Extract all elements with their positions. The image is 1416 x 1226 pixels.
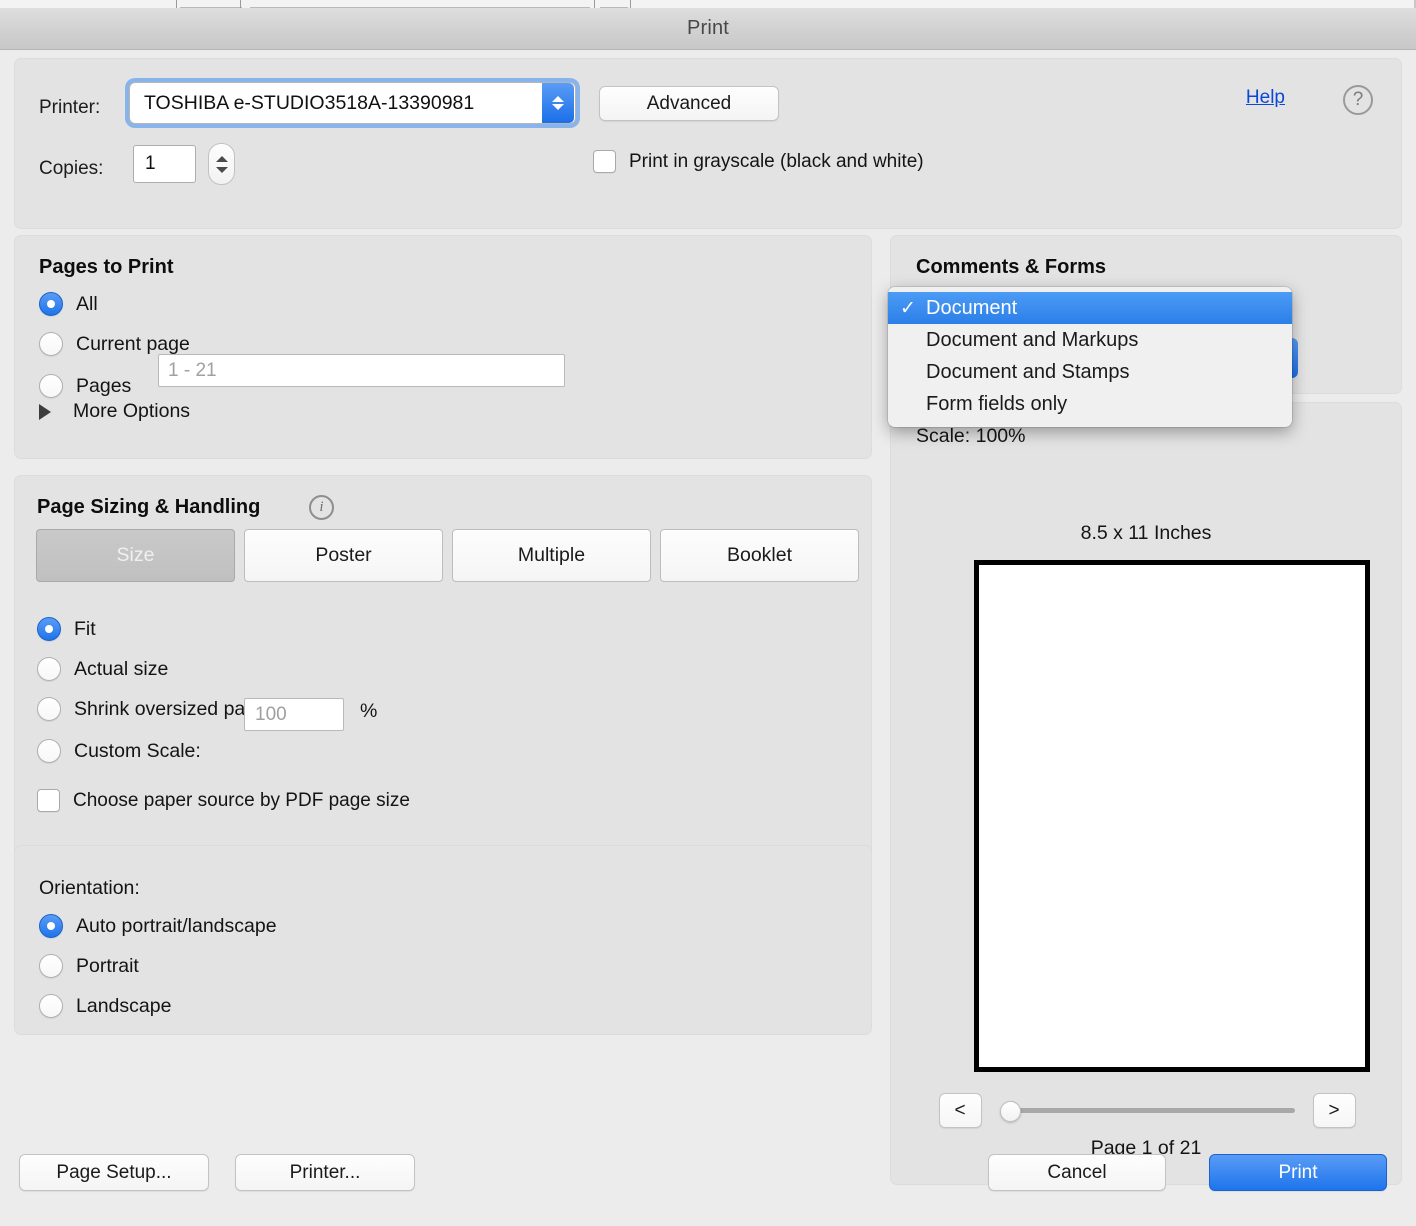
pages-to-print-panel: Pages to Print All Current page Pages 1 …	[14, 235, 872, 459]
sizing-mode-poster[interactable]: Poster	[244, 529, 443, 582]
preview-scale-text: Scale: 100%	[916, 425, 1026, 447]
custom-scale-input[interactable]: 100	[244, 698, 344, 731]
printer-select[interactable]: TOSHIBA e-STUDIO3518A-13390981	[129, 82, 576, 124]
menu-item-form-fields-only-label: Form fields only	[926, 392, 1068, 415]
radio-all[interactable]	[39, 292, 63, 316]
dialog-body: Printer: TOSHIBA e-STUDIO3518A-13390981 …	[0, 50, 1416, 1226]
radio-auto-orientation-label: Auto portrait/landscape	[76, 914, 277, 937]
radio-row-pages[interactable]: Pages	[39, 374, 131, 398]
print-dialog-window: Print Printer: TOSHIBA e-STUDIO3518A-133…	[0, 0, 1416, 1226]
page-slider-track[interactable]	[1007, 1108, 1295, 1113]
cancel-button[interactable]: Cancel	[988, 1154, 1166, 1191]
printer-select-value: TOSHIBA e-STUDIO3518A-13390981	[144, 91, 475, 114]
radio-current-page[interactable]	[39, 332, 63, 356]
copies-input[interactable]: 1	[133, 145, 196, 183]
preview-panel: Scale: 100% 8.5 x 11 Inches < > Page 1 o…	[890, 402, 1402, 1185]
paper-source-checkbox-row[interactable]: Choose paper source by PDF page size	[37, 789, 410, 812]
paper-source-label: Choose paper source by PDF page size	[73, 789, 410, 811]
menu-item-document[interactable]: ✓ Document	[888, 292, 1292, 324]
pages-to-print-title: Pages to Print	[39, 256, 174, 278]
page-navigation-row: < >	[891, 1093, 1403, 1128]
radio-row-actual-size[interactable]: Actual size	[37, 657, 168, 681]
triangle-right-icon	[39, 403, 51, 420]
radio-landscape[interactable]	[39, 994, 63, 1018]
radio-row-fit[interactable]: Fit	[37, 617, 96, 641]
pages-range-input[interactable]: 1 - 21	[158, 354, 565, 387]
radio-shrink-oversized[interactable]	[37, 697, 61, 721]
preview-paper-size-text: 8.5 x 11 Inches	[1080, 522, 1212, 544]
more-options-label: More Options	[73, 400, 191, 422]
sizing-mode-buttons: Size Poster Multiple Booklet	[36, 529, 859, 582]
check-icon: ✓	[900, 297, 916, 319]
radio-row-all[interactable]: All	[39, 292, 98, 316]
radio-fit-label: Fit	[74, 617, 96, 640]
menu-item-document-label: Document	[926, 296, 1018, 319]
copies-stepper[interactable]	[208, 143, 235, 185]
previous-page-button[interactable]: <	[938, 1093, 982, 1128]
dialog-title: Print	[686, 17, 730, 39]
sizing-mode-booklet[interactable]: Booklet	[660, 529, 859, 582]
grayscale-label: Print in grayscale (black and white)	[629, 150, 924, 172]
radio-row-current-page[interactable]: Current page	[39, 332, 190, 356]
dialog-footer: Page Setup... Printer... Cancel Print	[0, 1135, 1416, 1226]
radio-actual-size[interactable]	[37, 657, 61, 681]
sizing-mode-size[interactable]: Size	[36, 529, 235, 582]
printer-label: Printer:	[39, 97, 101, 118]
orientation-panel: Orientation: Auto portrait/landscape Por…	[14, 845, 872, 1035]
radio-row-shrink-oversized[interactable]: Shrink oversized pages	[37, 697, 277, 721]
radio-pages-label: Pages	[76, 374, 132, 397]
printer-button[interactable]: Printer...	[235, 1154, 415, 1191]
menu-item-document-and-markups[interactable]: Document and Markups	[888, 324, 1292, 356]
page-slider-knob[interactable]	[999, 1100, 1021, 1122]
radio-custom-scale-label: Custom Scale:	[74, 739, 201, 762]
help-link[interactable]: Help	[1246, 87, 1285, 109]
question-mark-icon[interactable]: ?	[1343, 85, 1373, 115]
comments-forms-dropdown-menu[interactable]: ✓ Document Document and Markups Document…	[888, 287, 1292, 427]
stepper-down-icon[interactable]	[215, 166, 228, 173]
menu-item-document-and-stamps[interactable]: Document and Stamps	[888, 356, 1292, 388]
menu-item-document-and-stamps-label: Document and Stamps	[926, 360, 1130, 383]
percent-sign-label: %	[360, 700, 378, 722]
radio-custom-scale[interactable]	[37, 739, 61, 763]
radio-portrait-label: Portrait	[76, 954, 139, 977]
radio-auto-orientation[interactable]	[39, 914, 63, 938]
page-preview-image	[974, 560, 1370, 1072]
radio-current-page-label: Current page	[76, 332, 190, 355]
radio-landscape-label: Landscape	[76, 994, 172, 1017]
radio-row-auto-orientation[interactable]: Auto portrait/landscape	[39, 914, 277, 938]
radio-all-label: All	[76, 292, 98, 315]
stepper-up-icon[interactable]	[215, 155, 228, 162]
orientation-title: Orientation:	[39, 877, 140, 899]
chevron-updown-icon[interactable]	[542, 83, 574, 123]
radio-row-landscape[interactable]: Landscape	[39, 994, 171, 1018]
menu-item-document-and-markups-label: Document and Markups	[926, 328, 1139, 351]
radio-portrait[interactable]	[39, 954, 63, 978]
page-setup-button[interactable]: Page Setup...	[19, 1154, 209, 1191]
grayscale-checkbox-row[interactable]: Print in grayscale (black and white)	[593, 150, 924, 173]
radio-row-custom-scale[interactable]: Custom Scale:	[37, 739, 201, 763]
comments-forms-title: Comments & Forms	[916, 256, 1107, 278]
menu-item-form-fields-only[interactable]: Form fields only	[888, 388, 1292, 420]
page-sizing-title: Page Sizing & Handling	[37, 496, 261, 518]
page-sizing-panel: Page Sizing & Handling i Size Poster Mul…	[14, 475, 872, 859]
radio-fit[interactable]	[37, 617, 61, 641]
info-icon[interactable]: i	[309, 495, 334, 520]
more-options-toggle[interactable]: More Options	[39, 400, 190, 423]
next-page-button[interactable]: >	[1312, 1093, 1356, 1128]
radio-row-portrait[interactable]: Portrait	[39, 954, 139, 978]
copies-label: Copies:	[39, 158, 104, 179]
printer-panel: Printer: TOSHIBA e-STUDIO3518A-13390981 …	[14, 58, 1402, 229]
page-slider[interactable]	[999, 1100, 1295, 1122]
print-button[interactable]: Print	[1209, 1154, 1387, 1191]
paper-source-checkbox[interactable]	[37, 789, 60, 812]
grayscale-checkbox[interactable]	[593, 150, 616, 173]
sizing-mode-multiple[interactable]: Multiple	[452, 529, 651, 582]
advanced-button[interactable]: Advanced	[599, 86, 779, 121]
radio-actual-size-label: Actual size	[74, 657, 169, 680]
radio-pages[interactable]	[39, 374, 63, 398]
dialog-titlebar: Print	[0, 8, 1416, 50]
